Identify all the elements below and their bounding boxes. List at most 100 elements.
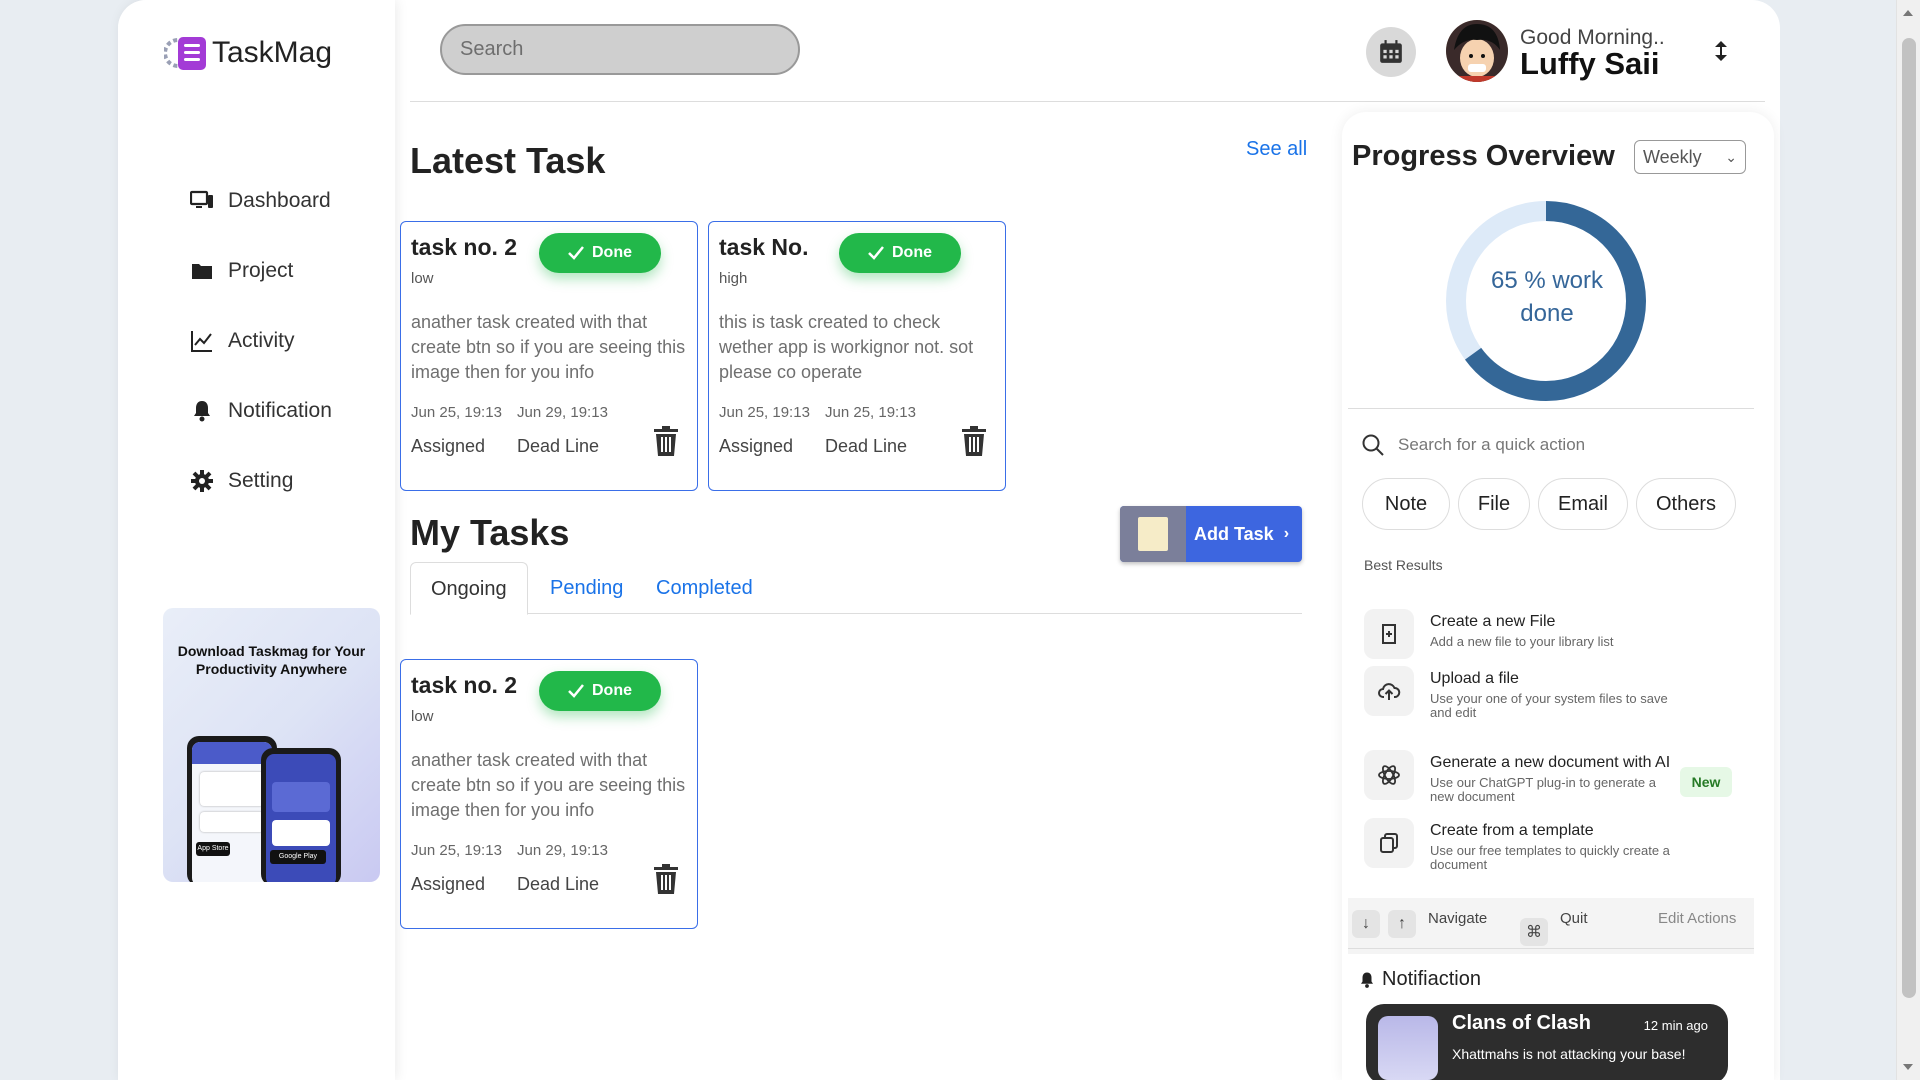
trash-icon[interactable] [961,426,987,456]
calendar-icon [1380,40,1402,63]
add-task-button[interactable]: Add Task › [1120,506,1302,562]
sidebar-item-label: Setting [228,469,294,492]
deadline-label: Dead Line [825,436,908,456]
tab-ongoing[interactable]: Ongoing [410,562,528,615]
task-title: task No. [719,234,809,260]
best-results-label: Best Results [1364,557,1443,573]
latest-task-heading: Latest Task [410,140,606,181]
calendar-button[interactable] [1366,27,1416,77]
promo-title: Download Taskmag for Your Productivity A… [177,643,366,677]
scroll-up-arrow[interactable] [1903,10,1913,16]
action-subtitle: Add a new file to your library list [1430,634,1614,649]
deadline-date: Jun 25, 19:13 [825,404,916,421]
task-priority: low [411,270,434,287]
action-upload-file[interactable]: Upload a file Use your one of your syste… [1364,666,1724,720]
sidebar-item-activity[interactable]: Activity [190,306,332,376]
task-card[interactable]: task no. 2 Done low anather task created… [400,659,698,929]
sidebar-item-label: Dashboard [228,189,331,212]
progress-panel: Progress Overview Weekly ⌄ 65 % work don… [1342,112,1774,1080]
chip-email[interactable]: Email [1538,478,1628,530]
period-select-value: Weekly [1643,147,1702,167]
command-key-icon: ⌘ [1520,918,1548,946]
done-button[interactable]: Done [839,233,961,273]
see-all-link[interactable]: See all [1246,138,1307,161]
task-priority: high [719,270,748,287]
period-select[interactable]: Weekly ⌄ [1634,140,1746,174]
logo[interactable]: TaskMag [163,34,333,72]
chip-file[interactable]: File [1458,478,1530,530]
action-create-file[interactable]: Create a new File Add a new file to your… [1364,609,1724,661]
trash-icon[interactable] [653,864,679,894]
monitor-icon [190,190,213,208]
trash-icon[interactable] [653,426,679,456]
task-description: anather task created with that create bt… [411,312,686,382]
notification-card[interactable]: Clans of Clash 12 min ago Xhattmahs is n… [1366,1004,1728,1080]
sidebar: TaskMag Dashboard Project Activity Notif… [118,0,395,1080]
assigned-date: Jun 25, 19:13 [411,404,502,421]
quick-action-search[interactable]: Search for a quick action [1362,434,1585,456]
done-label: Done [892,244,932,261]
progress-label: 65 % work done [1490,267,1604,327]
scroll-down-arrow[interactable] [1903,1064,1913,1070]
action-title: Generate a new document with AI [1430,754,1671,771]
sidebar-item-project[interactable]: Project [190,236,332,306]
sidebar-item-label: Notification [228,399,332,422]
app-store-badge: App Store [196,842,230,856]
notification-title: Notifiaction [1382,968,1481,990]
logo-icon [163,34,208,72]
tab-pending[interactable]: Pending [530,562,643,614]
scrollbar[interactable] [1896,0,1920,1080]
app-window: TaskMag Dashboard Project Activity Notif… [118,0,1780,1080]
username: Luffy Saii [1520,46,1660,81]
notification-card-title: Clans of Clash [1452,1012,1591,1034]
app-name: TaskMag [212,36,333,69]
action-template[interactable]: Create from a template Use our free temp… [1364,818,1724,872]
done-label: Done [592,682,632,699]
action-subtitle: Use our free templates to quickly create… [1430,843,1670,872]
assigned-label: Assigned [719,436,794,456]
assigned-date: Jun 25, 19:13 [719,404,810,421]
header-divider [410,101,1765,102]
check-icon [568,684,584,698]
task-description: anather task created with that create bt… [411,750,686,820]
sidebar-item-notification[interactable]: Notification [190,376,332,446]
search-input[interactable]: Search [440,24,800,75]
task-card[interactable]: task No. Done high this is task created … [708,221,1006,491]
chart-line-icon [191,331,212,352]
task-title: task no. 2 [411,234,518,260]
file-add-icon [1364,609,1414,659]
deadline-label: Dead Line [517,436,600,456]
bell-icon [194,401,210,422]
action-generate-ai[interactable]: Generate a new document with AI Use our … [1364,750,1670,804]
chip-note[interactable]: Note [1362,478,1450,530]
notification-message: Xhattmahs is not attacking your base! [1452,1046,1686,1062]
task-title: task no. 2 [411,672,518,698]
progress-overview-title: Progress Overview [1352,140,1615,172]
chip-others[interactable]: Others [1636,478,1736,530]
done-button[interactable]: Done [539,233,661,273]
template-icon [1364,818,1414,868]
divider [1348,948,1754,949]
sidebar-item-dashboard[interactable]: Dashboard [190,166,332,236]
sidebar-item-setting[interactable]: Setting [190,446,332,516]
download-promo[interactable]: Download Taskmag for Your Productivity A… [163,608,380,882]
sort-toggle-icon[interactable] [1714,40,1728,67]
done-button[interactable]: Done [539,671,661,711]
task-card[interactable]: task no. 2 Done low anather task created… [400,221,698,491]
task-priority: low [411,708,434,725]
avatar[interactable] [1446,20,1508,82]
assigned-label: Assigned [411,874,486,894]
cloud-upload-icon [1364,666,1414,716]
notification-image [1378,1016,1438,1080]
search-icon [1362,434,1384,456]
action-title: Upload a file [1430,670,1519,687]
notification-time: 12 min ago [1643,1018,1708,1033]
done-label: Done [592,244,632,261]
deadline-date: Jun 29, 19:13 [517,842,608,859]
bell-icon [1361,972,1373,988]
scrollbar-thumb[interactable] [1902,38,1916,998]
sidebar-item-label: Project [228,259,294,282]
edit-actions-link[interactable]: Edit Actions [1658,910,1736,927]
tab-completed[interactable]: Completed [636,562,773,614]
deadline-date: Jun 29, 19:13 [517,404,608,421]
